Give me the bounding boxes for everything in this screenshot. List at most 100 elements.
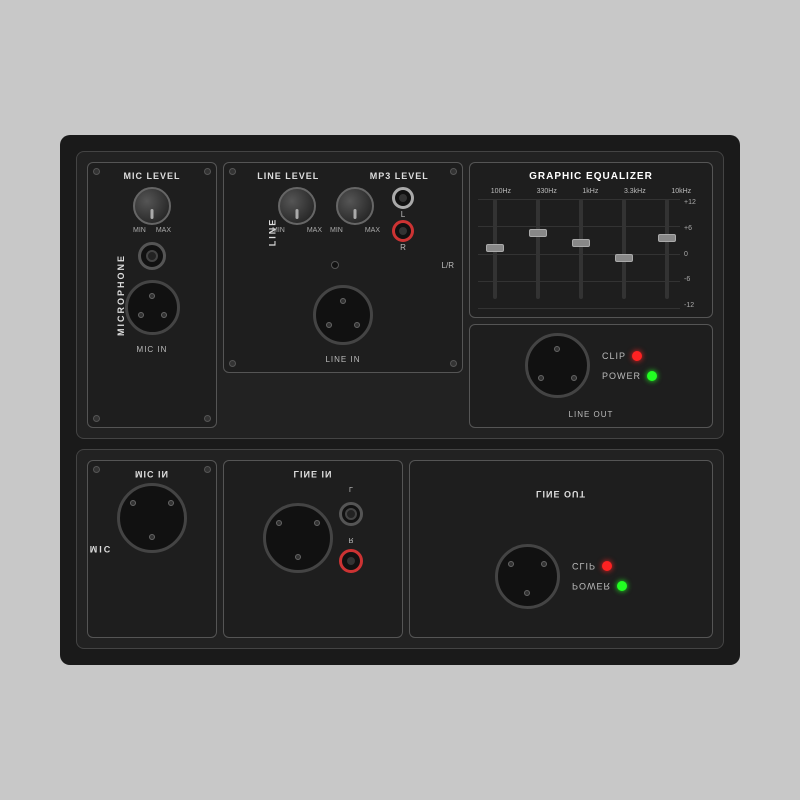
mp3-knob-labels: MIN MAX xyxy=(330,227,380,234)
rca-l-label: L xyxy=(401,210,405,219)
mic-knob-min: MIN xyxy=(133,227,146,234)
xlr-connector-lineout[interactable] xyxy=(525,333,590,398)
bottom-xlr-line[interactable] xyxy=(263,503,333,573)
bottom-xlr-mic[interactable] xyxy=(117,483,187,553)
bottom-right-section: LINE OUT POWER CLIP xyxy=(409,460,713,638)
eq-slider-track-3[interactable] xyxy=(579,199,583,299)
mp3-knob-max: MAX xyxy=(365,227,380,234)
xlr-pin-1 xyxy=(554,346,560,352)
eq-slider-track-1[interactable] xyxy=(493,199,497,299)
mp3-knob-group: MIN MAX xyxy=(330,187,380,234)
line-out-row: CLIP POWER LINE OUT xyxy=(469,324,713,428)
bottom-lineout-panel: LINE OUT POWER CLIP xyxy=(409,460,713,638)
mic-bottom-label: MIC IN xyxy=(137,345,168,354)
screw xyxy=(229,168,236,175)
mic-level-knob[interactable] xyxy=(133,187,171,225)
bottom-line-connectors: R L xyxy=(263,485,363,573)
eq-thumb-5 xyxy=(658,234,676,242)
xlr-connector-line[interactable] xyxy=(313,285,373,345)
bottom-rca-r-label: R xyxy=(339,536,363,543)
bottom-clip-led xyxy=(602,562,612,572)
xlr-pin-1 xyxy=(149,293,155,299)
xlr-pin-2 xyxy=(508,561,514,567)
xlr-pin-2 xyxy=(138,312,144,318)
main-panel: MICROPHONE MIC LEVEL MIN MAX MIC IN xyxy=(60,135,740,665)
xlr-pin-3 xyxy=(168,500,174,506)
bottom-rca-l-label: L xyxy=(339,485,363,492)
xlr-pin-1 xyxy=(340,298,346,304)
bottom-mic-panel: MIC IN MIC xyxy=(87,460,217,638)
screw xyxy=(93,168,100,175)
power-label: POWER xyxy=(602,371,641,381)
bottom-rca-group: R L xyxy=(339,485,363,573)
line-knob-labels: MIN MAX xyxy=(272,227,322,234)
line-mp3-row: LINE MIN MAX MIN MAX xyxy=(272,187,414,253)
line-xlr-row xyxy=(313,279,373,351)
xlr-pin-2 xyxy=(326,322,332,328)
line-level-title: LINE LEVEL xyxy=(257,171,319,181)
rca-jack-r[interactable] xyxy=(392,220,414,242)
eq-slider-2 xyxy=(536,199,540,299)
mp3-level-title: MP3 LEVEL xyxy=(370,171,429,181)
line-out-bottom-label: LINE OUT xyxy=(569,410,614,419)
screw xyxy=(204,466,211,473)
line-dot xyxy=(331,261,339,269)
bottom-rca-r[interactable] xyxy=(339,549,363,573)
bottom-xlr-lineout[interactable] xyxy=(495,544,560,609)
eq-slider-3 xyxy=(579,199,583,299)
eq-title: GRAPHIC EQUALIZER xyxy=(478,171,704,182)
lr-label: L/R xyxy=(442,261,454,270)
clip-label: CLIP xyxy=(602,351,626,361)
bottom-line-title: LINE IN xyxy=(293,469,332,479)
power-indicator-row: POWER xyxy=(602,371,657,381)
line-knob-max: MAX xyxy=(307,227,322,234)
bottom-power-row: POWER xyxy=(572,582,627,592)
bottom-mic-vertical-label: MIC xyxy=(90,544,113,554)
xlr-pin-1 xyxy=(149,534,155,540)
rca-inner-l xyxy=(399,194,407,202)
eq-freq-4: 3.3kHz xyxy=(624,188,646,195)
eq-thumb-3 xyxy=(572,239,590,247)
xlr-connector-mic[interactable] xyxy=(125,280,180,335)
clip-led xyxy=(632,351,642,361)
screw xyxy=(450,168,457,175)
line-mp3-titles: LINE LEVEL MP3 LEVEL xyxy=(232,171,454,187)
eq-freq-2: 330Hz xyxy=(537,188,557,195)
xlr-pin-1 xyxy=(524,590,530,596)
xlr-pin-3 xyxy=(541,561,547,567)
line-vertical-label: LINE xyxy=(267,218,277,247)
screw xyxy=(229,360,236,367)
bottom-clip-label: CLIP xyxy=(572,562,596,572)
line-panel: LINE LEVEL MP3 LEVEL LINE MIN MAX xyxy=(223,162,463,373)
eq-freq-labels: 100Hz 330Hz 1kHz 3.3kHz 10kHz xyxy=(478,188,704,195)
eq-slider-track-4[interactable] xyxy=(622,199,626,299)
eq-thumb-1 xyxy=(486,244,504,252)
rca-jack-l[interactable] xyxy=(392,187,414,209)
eq-scale-5: -12 xyxy=(684,302,704,309)
right-section: GRAPHIC EQUALIZER 100Hz 330Hz 1kHz 3.3kH… xyxy=(469,162,713,428)
screw xyxy=(93,466,100,473)
line-level-knob[interactable] xyxy=(278,187,316,225)
bottom-section: MIC IN MIC LINE IN xyxy=(76,449,724,649)
eq-slider-track-2[interactable] xyxy=(536,199,540,299)
xlr-pin-3 xyxy=(161,312,167,318)
eq-slider-track-5[interactable] xyxy=(665,199,669,299)
mp3-level-knob[interactable] xyxy=(336,187,374,225)
eq-slider-5 xyxy=(665,199,669,299)
bottom-power-led xyxy=(617,582,627,592)
eq-thumb-2 xyxy=(529,229,547,237)
bottom-lineout-content: POWER CLIP xyxy=(495,544,627,609)
bottom-quarter-jack[interactable] xyxy=(339,502,363,526)
eq-scale-2: +6 xyxy=(684,225,704,232)
xlr-pin-1 xyxy=(295,554,301,560)
mic-level-title: MIC LEVEL xyxy=(123,171,180,181)
power-led xyxy=(647,371,657,381)
quarter-jack-input[interactable] xyxy=(138,242,166,270)
rca-r-label: R xyxy=(400,243,406,252)
xlr-pin-2 xyxy=(538,375,544,381)
line-knob-group: LINE MIN MAX xyxy=(272,187,322,234)
eq-scale-3: 0 xyxy=(684,251,704,258)
microphone-panel: MICROPHONE MIC LEVEL MIN MAX MIC IN xyxy=(87,162,217,428)
eq-freq-3: 1kHz xyxy=(582,188,598,195)
rca-group: L R xyxy=(392,187,414,253)
